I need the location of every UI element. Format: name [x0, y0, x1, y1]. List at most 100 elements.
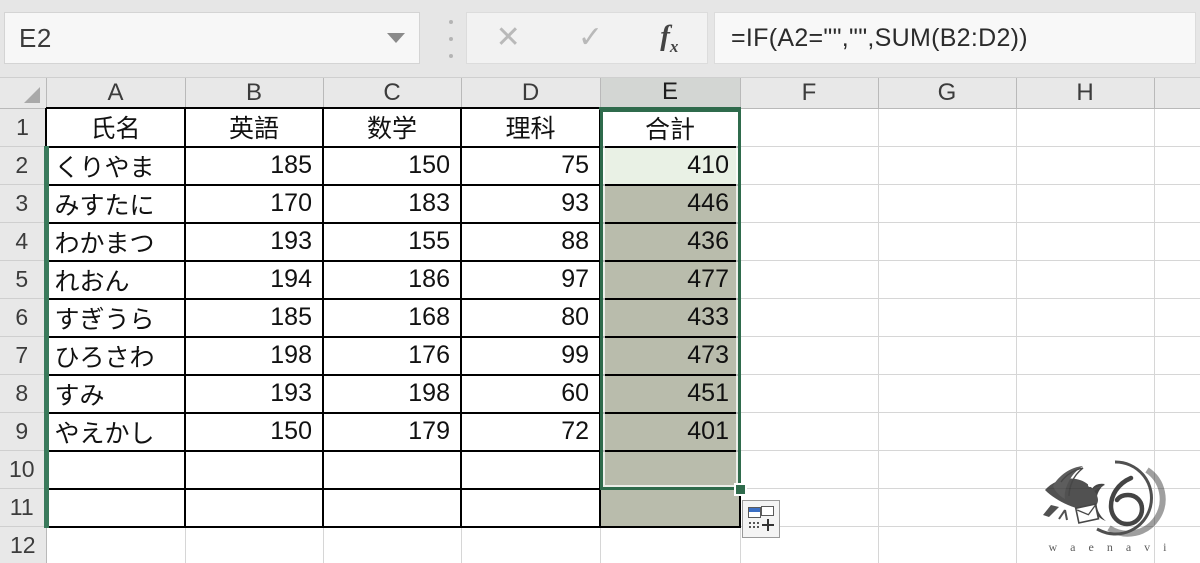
cell-f6[interactable] — [740, 298, 879, 337]
formula-input[interactable]: =IF(A2="","",SUM(B2:D2)) — [714, 12, 1196, 64]
cell-c7[interactable]: 176 — [323, 336, 462, 376]
cell-b6[interactable]: 185 — [185, 298, 324, 338]
name-box[interactable]: E2 — [4, 12, 420, 64]
cell-e4[interactable]: 436 — [600, 222, 741, 262]
cell-h12[interactable] — [1016, 526, 1155, 563]
cell-b2[interactable]: 185 — [185, 146, 324, 186]
cell-f8[interactable] — [740, 374, 879, 413]
cell-d1[interactable]: 理科 — [461, 107, 601, 148]
cell-h6[interactable] — [1016, 298, 1155, 337]
cell-f9[interactable] — [740, 412, 879, 451]
cell-e7[interactable]: 473 — [600, 336, 741, 376]
cancel-icon[interactable]: ✕ — [496, 23, 521, 53]
cell-b5[interactable]: 194 — [185, 260, 324, 300]
cell-c3[interactable]: 183 — [323, 184, 462, 224]
row-header-7[interactable]: 7 — [0, 336, 49, 375]
cell-c12[interactable] — [323, 526, 462, 563]
row-header-9[interactable]: 9 — [0, 412, 49, 451]
insert-function-icon[interactable]: fx — [660, 21, 678, 54]
cell-e3[interactable]: 446 — [600, 184, 741, 224]
cell-i8[interactable] — [1154, 374, 1200, 413]
fill-handle[interactable] — [734, 483, 747, 496]
cell-a10[interactable] — [45, 450, 186, 490]
cell-e8[interactable]: 451 — [600, 374, 741, 414]
cell-h10[interactable] — [1016, 450, 1155, 489]
cell-b3[interactable]: 170 — [185, 184, 324, 224]
cell-e12[interactable] — [600, 526, 741, 563]
cell-a11[interactable] — [45, 488, 186, 528]
cell-e9[interactable]: 401 — [600, 412, 741, 452]
cell-f10[interactable] — [740, 450, 879, 489]
cell-d7[interactable]: 99 — [461, 336, 601, 376]
cell-d6[interactable]: 80 — [461, 298, 601, 338]
cell-i12[interactable] — [1154, 526, 1200, 563]
cell-b12[interactable] — [185, 526, 324, 563]
cell-i10[interactable] — [1154, 450, 1200, 489]
cell-i7[interactable] — [1154, 336, 1200, 375]
cell-c11[interactable] — [323, 488, 462, 528]
cell-b4[interactable]: 193 — [185, 222, 324, 262]
cell-f2[interactable] — [740, 146, 879, 185]
name-box-dropdown-button[interactable] — [373, 13, 419, 63]
cell-g10[interactable] — [878, 450, 1017, 489]
cell-a1[interactable]: 氏名 — [45, 107, 186, 148]
cell-g3[interactable] — [878, 184, 1017, 223]
cell-e10[interactable] — [600, 450, 741, 490]
row-header-2[interactable]: 2 — [0, 146, 49, 185]
cell-d9[interactable]: 72 — [461, 412, 601, 452]
cell-e5[interactable]: 477 — [600, 260, 741, 300]
cell-i5[interactable] — [1154, 260, 1200, 299]
cell-c10[interactable] — [323, 450, 462, 490]
cell-c1[interactable]: 数学 — [323, 107, 462, 148]
select-all-corner[interactable] — [0, 78, 47, 109]
cell-i2[interactable] — [1154, 146, 1200, 185]
cell-c2[interactable]: 150 — [323, 146, 462, 186]
cell-a4[interactable]: わかまつ — [45, 222, 186, 262]
cell-h8[interactable] — [1016, 374, 1155, 413]
cell-a8[interactable]: すみ — [45, 374, 186, 414]
cell-f1[interactable] — [740, 108, 879, 147]
cell-c9[interactable]: 179 — [323, 412, 462, 452]
cell-i6[interactable] — [1154, 298, 1200, 337]
cell-i3[interactable] — [1154, 184, 1200, 223]
cell-b11[interactable] — [185, 488, 324, 528]
column-header-f[interactable]: F — [740, 78, 879, 109]
cell-a3[interactable]: みすたに — [45, 184, 186, 224]
cell-h11[interactable] — [1016, 488, 1155, 527]
cell-g1[interactable] — [878, 108, 1017, 147]
cell-c6[interactable]: 168 — [323, 298, 462, 338]
name-box-value[interactable]: E2 — [5, 23, 373, 54]
column-header-d[interactable]: D — [461, 78, 601, 109]
column-header-g[interactable]: G — [878, 78, 1017, 109]
row-header-11[interactable]: 11 — [0, 488, 49, 527]
cell-f3[interactable] — [740, 184, 879, 223]
autofill-options-button[interactable] — [742, 500, 780, 538]
enter-icon[interactable]: ✓ — [578, 23, 603, 53]
cell-g11[interactable] — [878, 488, 1017, 527]
cell-i4[interactable] — [1154, 222, 1200, 261]
cell-h5[interactable] — [1016, 260, 1155, 299]
row-header-4[interactable]: 4 — [0, 222, 49, 261]
cell-a7[interactable]: ひろさわ — [45, 336, 186, 376]
cell-g12[interactable] — [878, 526, 1017, 563]
cell-g6[interactable] — [878, 298, 1017, 337]
column-header-b[interactable]: B — [185, 78, 324, 109]
cell-c5[interactable]: 186 — [323, 260, 462, 300]
cell-a2[interactable]: くりやま — [45, 146, 186, 186]
cell-d8[interactable]: 60 — [461, 374, 601, 414]
cell-h7[interactable] — [1016, 336, 1155, 375]
cell-c4[interactable]: 155 — [323, 222, 462, 262]
cell-d3[interactable]: 93 — [461, 184, 601, 224]
cell-e6[interactable]: 433 — [600, 298, 741, 338]
column-header-h[interactable]: H — [1016, 78, 1155, 109]
cell-d5[interactable]: 97 — [461, 260, 601, 300]
row-header-6[interactable]: 6 — [0, 298, 49, 337]
cell-i1[interactable] — [1154, 108, 1200, 147]
cell-g9[interactable] — [878, 412, 1017, 451]
row-header-10[interactable]: 10 — [0, 450, 49, 489]
cell-d11[interactable] — [461, 488, 601, 528]
row-header-8[interactable]: 8 — [0, 374, 49, 413]
cell-b9[interactable]: 150 — [185, 412, 324, 452]
column-header-a[interactable]: A — [46, 78, 186, 109]
cell-h1[interactable] — [1016, 108, 1155, 147]
